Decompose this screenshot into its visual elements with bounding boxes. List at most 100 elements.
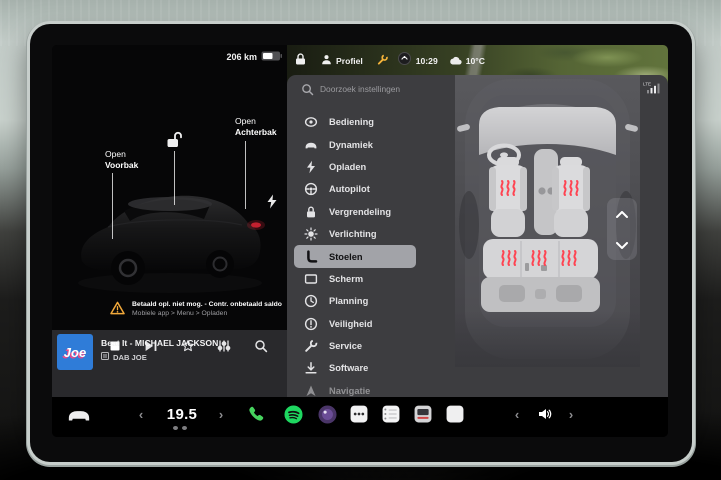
service-alert-icon[interactable]	[377, 52, 388, 70]
unlock-icon[interactable]	[166, 131, 183, 153]
car-status-panel: 206 km Open Voorbak	[52, 45, 287, 330]
station-label: DAB JOE	[113, 353, 147, 362]
temperature-down-button[interactable]: ‹	[134, 397, 148, 431]
open-trunk-button[interactable]: Open Achterbak	[235, 116, 277, 138]
settings-menu-item-label: Service	[329, 341, 362, 351]
alert-icon	[304, 317, 318, 331]
volume-up-button[interactable]: ›	[564, 397, 578, 431]
settings-menu-item-label: Navigatie	[329, 386, 370, 396]
navigation-icon	[304, 384, 318, 397]
settings-menu-item-bediening[interactable]: Bediening	[294, 111, 416, 133]
settings-menu-item-planning[interactable]: Planning	[294, 290, 416, 312]
tesla-center-screen: 206 km Open Voorbak	[30, 24, 692, 462]
battery-range[interactable]: 206 km	[226, 51, 282, 63]
warning-title: Betaald opl. niet mog. - Contr. onbetaal…	[132, 301, 282, 308]
cabin-temperature-value: 19.5	[167, 406, 197, 423]
battery-range-label: 206 km	[226, 52, 257, 62]
radio-list-icon	[101, 352, 109, 362]
trunk-target-label: Achterbak	[235, 127, 277, 138]
brightness-icon	[304, 227, 318, 241]
trunk-callout-line	[245, 141, 246, 209]
spotify-app-button[interactable]	[280, 397, 306, 431]
lock-status-icon[interactable]	[295, 52, 306, 70]
seat-map-scroll-control	[607, 198, 637, 260]
settings-menu-item-opladen[interactable]: Opladen	[294, 156, 416, 178]
browser-app-button[interactable]	[314, 397, 340, 431]
track-title[interactable]: Beat It - MICHAEL JACKSON	[101, 338, 283, 348]
outside-temperature: 10°C	[466, 56, 485, 66]
app-dock: ‹ 19.5 › ‹ ›	[52, 397, 668, 437]
clock-icon	[304, 294, 318, 308]
phone-app-button[interactable]	[242, 397, 268, 431]
station-row[interactable]: DAB JOE	[101, 352, 147, 362]
scroll-down-button[interactable]	[616, 236, 628, 254]
battery-icon	[261, 51, 282, 63]
lock-icon	[304, 205, 318, 219]
seat-heater-indicator-dots	[173, 426, 187, 430]
temperature-up-button[interactable]: ›	[214, 397, 228, 431]
settings-menu-item-service[interactable]: Service	[294, 335, 416, 357]
frunk-callout-line	[112, 173, 113, 239]
steering-icon	[304, 182, 318, 196]
car-image	[66, 163, 274, 303]
map-profile-label[interactable]: Profiel	[336, 56, 363, 66]
settings-menu-item-label: Dynamiek	[329, 140, 373, 150]
trunk-action-label: Open	[235, 116, 277, 127]
settings-menu-item-label: Veiligheid	[329, 319, 372, 329]
settings-menu-item-label: Autopilot	[329, 184, 370, 194]
settings-menu-item-scherm[interactable]: Scherm	[294, 268, 416, 290]
warning-triangle-icon	[110, 301, 125, 320]
charging-warning-banner[interactable]: Betaald opl. niet mog. - Contr. onbetaal…	[110, 301, 285, 320]
station-logo-text: Joe	[64, 345, 86, 360]
charge-port-icon[interactable]	[266, 194, 278, 214]
settings-menu-item-stoelen[interactable]: Stoelen	[294, 245, 416, 267]
settings-menu-item-label: Verlichting	[329, 229, 377, 239]
warning-path: Mobiele app > Menu > Opladen	[132, 310, 282, 317]
lock-callout-line	[174, 151, 175, 205]
settings-menu-item-label: Scherm	[329, 274, 363, 284]
volume-down-button[interactable]: ‹	[510, 397, 524, 431]
settings-menu-item-vergrendeling[interactable]: Vergrendeling	[294, 201, 416, 223]
car-icon	[304, 138, 318, 152]
display-icon	[304, 272, 318, 286]
theater-app-button[interactable]	[410, 397, 436, 431]
notes-app-button[interactable]	[378, 397, 404, 431]
settings-menu-item-dynamiek[interactable]: Dynamiek	[294, 133, 416, 155]
media-player: Joe Beat It - MICHAEL JACKSON DAB JOE	[52, 330, 287, 397]
settings-menu-item-label: Planning	[329, 296, 368, 306]
frunk-target-label: Voorbak	[105, 160, 138, 171]
settings-search-input[interactable]: Doorzoek instellingen	[320, 84, 400, 94]
settings-menu-item-verlichting[interactable]: Verlichting	[294, 223, 416, 245]
settings-menu-item-label: Software	[329, 363, 368, 373]
album-art[interactable]: Joe	[57, 334, 93, 370]
settings-menu-item-label: Bediening	[329, 117, 374, 127]
open-frunk-button[interactable]: Open Voorbak	[105, 149, 138, 171]
map-status-bar: Profiel 10:29 10°C	[287, 49, 668, 73]
settings-panel: Doorzoek instellingen Profiel LTE Bedien…	[287, 75, 668, 397]
more-apps-button[interactable]	[346, 397, 372, 431]
blank-app-button[interactable]	[442, 397, 468, 431]
settings-menu-item-label: Stoelen	[329, 252, 363, 262]
controls-icon	[304, 115, 318, 129]
car-controls-button[interactable]	[64, 397, 94, 431]
speed-camera-icon	[398, 52, 411, 70]
search-icon	[301, 83, 314, 101]
volume-speaker-button[interactable]	[532, 397, 558, 431]
settings-menu-item-label: Vergrendeling	[329, 207, 391, 217]
map-time: 10:29	[416, 56, 438, 66]
touchscreen-display: 206 km Open Voorbak	[52, 45, 668, 437]
download-icon	[304, 361, 318, 375]
weather-cloud-icon	[449, 52, 462, 70]
scroll-up-button[interactable]	[616, 205, 628, 223]
settings-menu-item-navigatie[interactable]: Navigatie	[294, 380, 416, 397]
settings-menu-item-veiligheid[interactable]: Veiligheid	[294, 313, 416, 335]
seat-icon	[304, 250, 318, 264]
svg-text:LTE: LTE	[643, 82, 651, 87]
settings-menu: Bediening Dynamiek Opladen Autopilot Ver…	[294, 111, 444, 397]
settings-menu-item-software[interactable]: Software	[294, 357, 416, 379]
lte-signal-icon: LTE	[643, 81, 660, 99]
settings-menu-item-autopilot[interactable]: Autopilot	[294, 178, 416, 200]
settings-menu-item-label: Opladen	[329, 162, 366, 172]
wrench-icon	[304, 339, 318, 353]
profile-icon[interactable]	[321, 52, 332, 70]
